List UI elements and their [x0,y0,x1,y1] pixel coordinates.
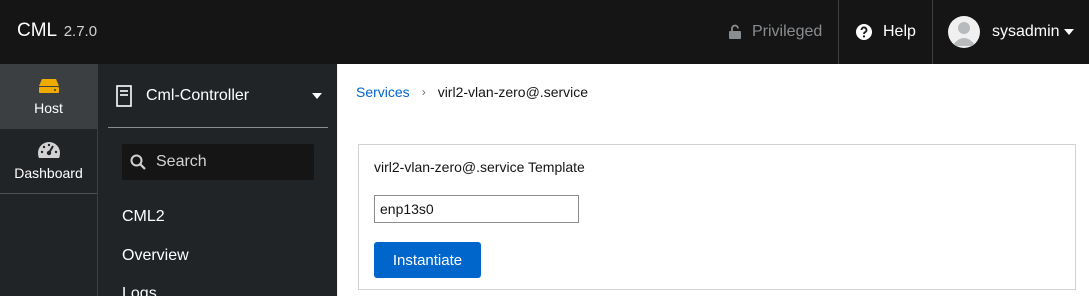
unlock-icon [729,24,741,39]
breadcrumb-current: virl2-vlan-zero@.service [437,83,589,100]
server-icon [38,78,59,93]
help-menu[interactable]: Help [855,0,916,64]
brand-version: 2.7.0 [63,23,98,40]
top-bar: CML 2.7.0 Privileged Help sysadmin [0,0,1089,64]
panel-title: virl2-vlan-zero@.service Template [374,159,585,175]
instantiate-button[interactable]: Instantiate [374,242,481,278]
brand-name: CML [17,20,57,41]
sidebar-item-overview[interactable]: Overview [122,247,189,265]
sidebar-item-cml2[interactable]: CML2 [122,208,165,226]
user-menu[interactable]: sysadmin [948,0,1074,64]
nav-item-host[interactable]: Host [0,64,97,129]
tachometer-icon [37,142,60,158]
template-panel: virl2-vlan-zero@.service Template Instan… [358,144,1076,290]
host-selector-label: Cml-Controller [146,86,250,104]
caret-down-icon [312,93,322,99]
server-icon [116,84,132,107]
caret-down-icon [1063,29,1074,35]
main-content: Services › virl2-vlan-zero@.service virl… [338,64,1089,296]
primary-nav: Host Dashboard [0,64,97,296]
sidebar-item-logs[interactable]: Logs [122,285,157,296]
privileged-toggle[interactable]: Privileged [728,0,822,64]
breadcrumb-link-services[interactable]: Services [356,84,410,100]
sidebar: Cml-Controller Search CML2 Overview Logs [97,64,337,296]
host-selector[interactable]: Cml-Controller [108,64,328,128]
search-placeholder: Search [156,153,207,170]
search-icon [130,154,146,170]
content-area: virl2-vlan-zero@.service Template Instan… [338,119,1089,296]
question-circle-icon [856,24,872,40]
privileged-label: Privileged [752,23,823,40]
nav-item-label: Host [34,99,63,116]
divider [932,0,933,64]
breadcrumb: Services › virl2-vlan-zero@.service [338,64,1089,119]
nav-item-label: Dashboard [14,165,83,181]
avatar [948,16,980,48]
user-label: sysadmin [992,23,1060,40]
divider [838,0,839,64]
search-input[interactable]: Search [122,144,314,180]
nav-item-dashboard[interactable]: Dashboard [0,129,97,194]
chevron-right-icon: › [421,84,426,99]
help-label: Help [883,23,916,40]
template-instance-input[interactable] [374,195,579,223]
app-brand[interactable]: CML 2.7.0 [17,20,97,42]
